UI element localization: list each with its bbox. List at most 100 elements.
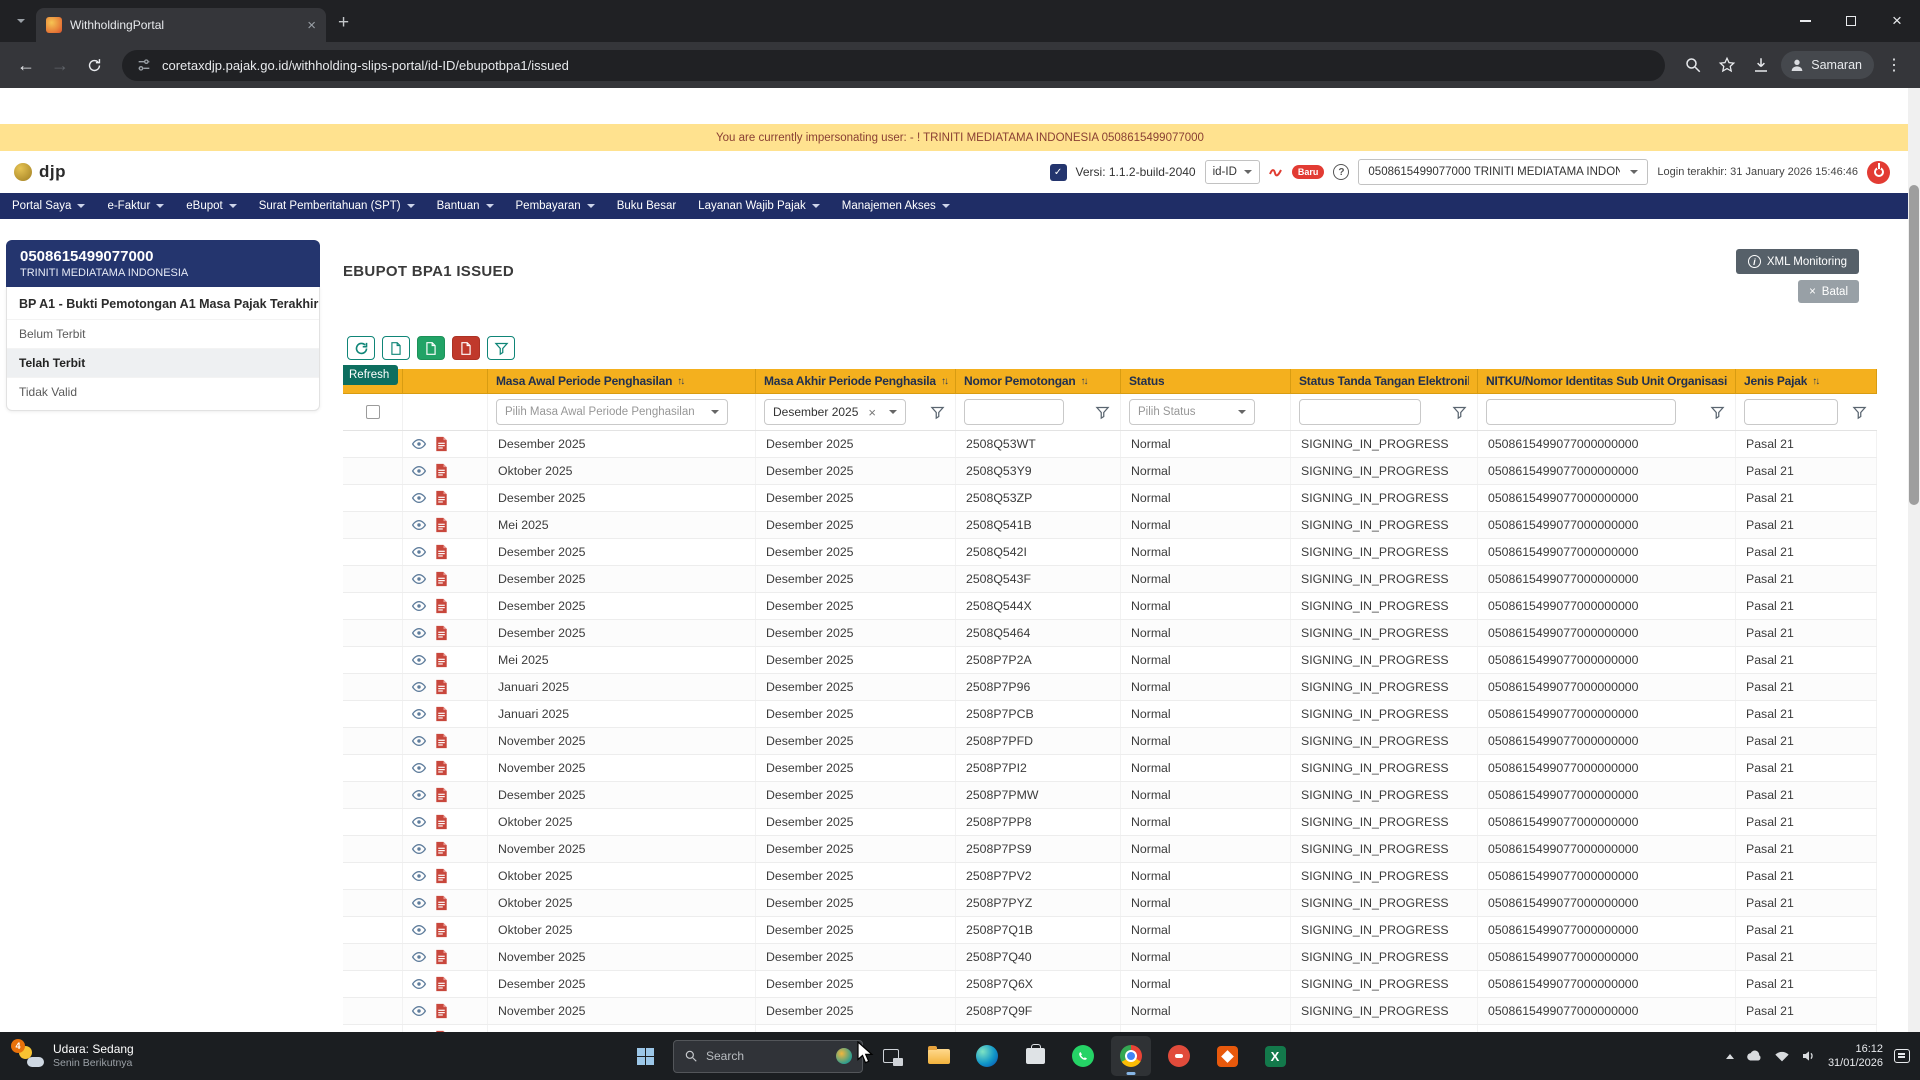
- xml-monitoring-button[interactable]: i XML Monitoring: [1735, 249, 1859, 274]
- export-doc-button[interactable]: [382, 336, 410, 360]
- download-pdf-icon[interactable]: [435, 787, 448, 803]
- download-pdf-icon[interactable]: [435, 706, 448, 722]
- download-pdf-icon[interactable]: [435, 625, 448, 641]
- sort-icon[interactable]: ↑↓: [1080, 376, 1088, 387]
- wifi-icon[interactable]: [1774, 1049, 1790, 1063]
- view-eye-icon[interactable]: [411, 463, 427, 479]
- zoom-icon[interactable]: [1679, 51, 1707, 79]
- nav-item-ebupot[interactable]: eBupot: [186, 200, 237, 212]
- file-explorer-button[interactable]: [919, 1036, 959, 1076]
- sidebar-item-telah-terbit[interactable]: Telah Terbit: [7, 348, 319, 377]
- notification-center-icon[interactable]: [1894, 1049, 1910, 1063]
- nav-item-bantuan[interactable]: Bantuan: [437, 200, 494, 212]
- volume-icon[interactable]: [1801, 1049, 1817, 1063]
- download-pdf-icon[interactable]: [435, 598, 448, 614]
- jenis-pajak-filter-input[interactable]: [1744, 399, 1838, 425]
- sort-icon[interactable]: ↑↓: [677, 376, 685, 387]
- view-eye-icon[interactable]: [411, 1003, 427, 1019]
- view-eye-icon[interactable]: [411, 544, 427, 560]
- view-eye-icon[interactable]: [411, 679, 427, 695]
- sort-icon[interactable]: ↑↓: [1812, 376, 1820, 387]
- nav-item-buku-besar[interactable]: Buku Besar: [617, 200, 676, 212]
- download-pdf-icon[interactable]: [435, 490, 448, 506]
- window-minimize-button[interactable]: [1782, 0, 1828, 42]
- download-pdf-icon[interactable]: [435, 679, 448, 695]
- view-eye-icon[interactable]: [411, 490, 427, 506]
- nav-item-layanan-wajib-pajak[interactable]: Layanan Wajib Pajak: [698, 200, 820, 212]
- site-info-icon[interactable]: [136, 57, 152, 73]
- filter-funnel-icon[interactable]: [1095, 405, 1110, 420]
- filter-funnel-icon[interactable]: [1710, 405, 1725, 420]
- column-header-nitku[interactable]: NITKU/Nomor Identitas Sub Unit Organisas…: [1478, 369, 1736, 393]
- locale-select[interactable]: id-ID: [1204, 160, 1260, 184]
- view-eye-icon[interactable]: [411, 841, 427, 857]
- page-scrollbar[interactable]: [1908, 88, 1920, 1032]
- view-eye-icon[interactable]: [411, 733, 427, 749]
- download-pdf-icon[interactable]: [435, 949, 448, 965]
- download-pdf-icon[interactable]: [435, 544, 448, 560]
- nomor-pemotongan-filter-input[interactable]: [964, 399, 1064, 425]
- filter-button[interactable]: [487, 336, 515, 360]
- download-pdf-icon[interactable]: [435, 571, 448, 587]
- tab-close-icon[interactable]: ×: [307, 18, 316, 33]
- view-eye-icon[interactable]: [411, 814, 427, 830]
- forward-button[interactable]: →: [46, 51, 74, 79]
- taskbar-clock[interactable]: 16:12 31/01/2026: [1828, 1042, 1883, 1071]
- download-pdf-icon[interactable]: [435, 463, 448, 479]
- nav-item-portal-saya[interactable]: Portal Saya: [12, 200, 86, 212]
- store-button[interactable]: [1015, 1036, 1055, 1076]
- download-pdf-icon[interactable]: [435, 841, 448, 857]
- column-header-jenis[interactable]: Jenis Pajak ↑↓: [1736, 369, 1877, 393]
- bookmark-star-icon[interactable]: [1713, 51, 1741, 79]
- column-header-tte[interactable]: Status Tanda Tangan Elektronik...: [1291, 369, 1478, 393]
- taskbar-search[interactable]: Search: [673, 1039, 863, 1073]
- logout-power-button[interactable]: [1867, 160, 1890, 184]
- view-eye-icon[interactable]: [411, 949, 427, 965]
- reload-button[interactable]: [80, 51, 108, 79]
- download-pdf-icon[interactable]: [435, 1003, 448, 1019]
- column-header-nomor[interactable]: Nomor Pemotongan ↑↓: [956, 369, 1121, 393]
- download-pdf-icon[interactable]: [435, 814, 448, 830]
- view-eye-icon[interactable]: [411, 760, 427, 776]
- sort-icon[interactable]: ↑↓: [941, 376, 949, 387]
- orange-app-button[interactable]: [1207, 1036, 1247, 1076]
- red-app-button[interactable]: [1159, 1036, 1199, 1076]
- view-eye-icon[interactable]: [411, 868, 427, 884]
- downloads-icon[interactable]: [1747, 51, 1775, 79]
- download-pdf-icon[interactable]: [435, 922, 448, 938]
- download-pdf-icon[interactable]: [435, 868, 448, 884]
- download-pdf-icon[interactable]: [435, 895, 448, 911]
- column-header-status[interactable]: Status: [1121, 369, 1291, 393]
- download-pdf-icon[interactable]: [435, 760, 448, 776]
- batal-button[interactable]: × Batal: [1798, 280, 1859, 303]
- whatsapp-button[interactable]: [1063, 1036, 1103, 1076]
- export-excel-button[interactable]: [417, 336, 445, 360]
- download-pdf-icon[interactable]: [435, 652, 448, 668]
- address-bar[interactable]: coretaxdjp.pajak.go.id/withholding-slips…: [122, 49, 1666, 81]
- download-pdf-icon[interactable]: [435, 976, 448, 992]
- select-all-checkbox[interactable]: [365, 405, 380, 419]
- scrollbar-thumb[interactable]: [1909, 185, 1919, 505]
- nav-item-e-faktur[interactable]: e-Faktur: [107, 200, 165, 212]
- filter-funnel-icon[interactable]: [1852, 405, 1867, 420]
- export-pdf-button[interactable]: [452, 336, 480, 360]
- view-eye-icon[interactable]: [411, 436, 427, 452]
- clear-filter-icon[interactable]: ×: [868, 406, 876, 419]
- nav-item-pembayaran[interactable]: Pembayaran: [516, 200, 595, 212]
- window-maximize-button[interactable]: [1828, 0, 1874, 42]
- tte-status-filter-input[interactable]: [1299, 399, 1421, 425]
- sidebar-item-belum-terbit[interactable]: Belum Terbit: [7, 319, 319, 348]
- view-eye-icon[interactable]: [411, 922, 427, 938]
- taskbar-weather-widget[interactable]: 4 Udara: Sedang Senin Berikutnya: [8, 1032, 142, 1080]
- new-tab-button[interactable]: +: [338, 13, 349, 32]
- column-header-masa_awal[interactable]: Masa Awal Periode Penghasilan ↑↓: [488, 369, 756, 393]
- start-button[interactable]: [625, 1036, 665, 1076]
- edge-button[interactable]: [967, 1036, 1007, 1076]
- download-pdf-icon[interactable]: [435, 517, 448, 533]
- task-view-button[interactable]: [871, 1036, 911, 1076]
- nav-item-surat-pemberitahuan-spt[interactable]: Surat Pemberitahuan (SPT): [259, 200, 415, 212]
- tray-chevron-up-icon[interactable]: [1725, 1053, 1734, 1059]
- tab-search-button[interactable]: [8, 8, 34, 34]
- refresh-button[interactable]: [347, 336, 375, 360]
- status-filter-select[interactable]: Pilih Status: [1129, 399, 1255, 425]
